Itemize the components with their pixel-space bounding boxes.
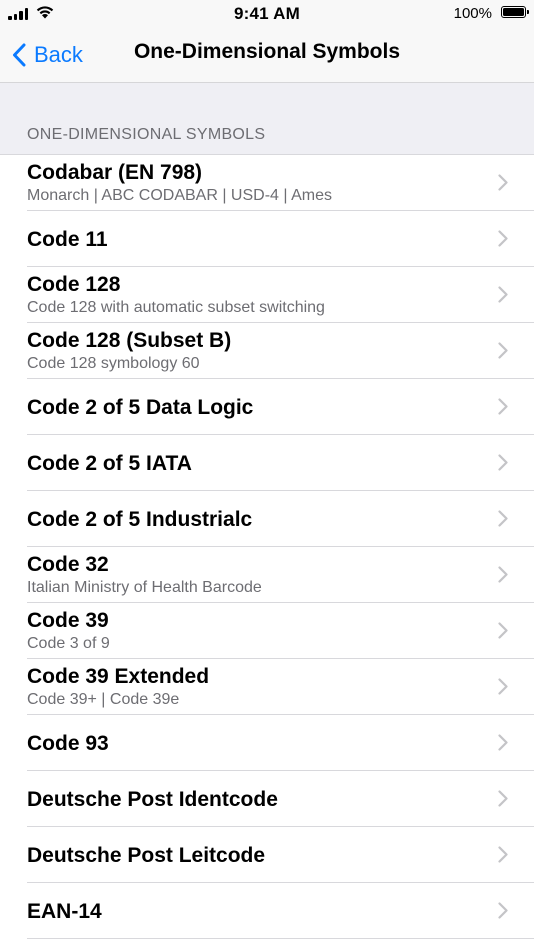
list-item[interactable]: Code 128 (Subset B) Code 128 symbology 60: [0, 323, 534, 379]
list-item-subtitle: Code 3 of 9: [27, 635, 110, 652]
list-item-text: Code 39 Code 3 of 9: [27, 603, 474, 659]
list-item[interactable]: Deutsche Post Identcode: [0, 771, 534, 827]
list-item-text: Code 2 of 5 IATA: [27, 435, 474, 491]
navigation-bar: Back One-Dimensional Symbols: [0, 28, 534, 83]
list-item-title: Codabar (EN 798): [27, 161, 203, 184]
list-item-title: Code 2 of 5 IATA: [27, 451, 192, 475]
list-item-title: Code 32: [27, 553, 109, 576]
list-item-title: Code 2 of 5 Industrialc: [27, 507, 253, 531]
chevron-right-icon: [498, 510, 508, 527]
list-item-text: Deutsche Post Identcode: [27, 771, 474, 827]
list-item-text: Code 11: [27, 211, 474, 267]
battery-percentage: 100%: [453, 5, 492, 22]
list-item-title: Code 11: [27, 227, 108, 251]
list-item[interactable]: Deutsche Post Leitcode: [0, 827, 534, 883]
section-header: ONE-DIMENSIONAL SYMBOLS: [27, 126, 266, 143]
chevron-right-icon: [498, 790, 508, 807]
chevron-right-icon: [498, 734, 508, 751]
list-item-subtitle: Code 128 symbology 60: [27, 355, 200, 372]
list-item-title: Deutsche Post Leitcode: [27, 843, 266, 867]
page-title: One-Dimensional Symbols: [0, 40, 534, 64]
chevron-right-icon: [498, 566, 508, 583]
section-background: ONE-DIMENSIONAL SYMBOLS: [0, 83, 534, 154]
chevron-right-icon: [498, 678, 508, 695]
list-item-title: Code 128 (Subset B): [27, 329, 232, 352]
list-item-subtitle: Code 128 with automatic subset switching: [27, 299, 325, 316]
chevron-right-icon: [498, 342, 508, 359]
chevron-right-icon: [498, 902, 508, 919]
list-item-subtitle: Monarch | ABC CODABAR | USD-4 | Ames: [27, 187, 332, 204]
page-title-text: One-Dimensional Symbols: [133, 40, 401, 63]
list-item-subtitle: Italian Ministry of Health Barcode: [27, 579, 262, 596]
list-item[interactable]: Code 2 of 5 Data Logic: [0, 379, 534, 435]
chevron-right-icon: [498, 846, 508, 863]
chevron-right-icon: [498, 454, 508, 471]
list-item-subtitle: Code 39+ | Code 39e: [27, 691, 180, 708]
list-item-title: Code 128: [27, 273, 121, 296]
list-item-text: Code 128 Code 128 with automatic subset s…: [27, 267, 474, 323]
list-item-title: EAN-14: [27, 899, 102, 923]
list-item[interactable]: Code 93: [0, 715, 534, 771]
chevron-right-icon: [498, 230, 508, 247]
list-item[interactable]: Code 11: [0, 211, 534, 267]
list-item[interactable]: Code 128 Code 128 with automatic subset s…: [0, 267, 534, 323]
chevron-right-icon: [498, 398, 508, 415]
list-item[interactable]: Code 39 Extended Code 39+ | Code 39e: [0, 659, 534, 715]
list-item-text: Code 128 (Subset B) Code 128 symbology 60: [27, 323, 474, 379]
list-item-text: Code 2 of 5 Industrialc: [27, 491, 474, 547]
list-item[interactable]: Codabar (EN 798) Monarch | ABC CODABAR | …: [0, 155, 534, 211]
list-item-text: Code 39 Extended Code 39+ | Code 39e: [27, 659, 474, 715]
list-item[interactable]: Code 2 of 5 Industrialc: [0, 491, 534, 547]
list-item-text: Code 32 Italian Ministry of Health Barcod…: [27, 547, 474, 603]
list-item[interactable]: Code 32 Italian Ministry of Health Barcod…: [0, 547, 534, 603]
list-item-title: Code 93: [27, 731, 109, 755]
chevron-right-icon: [498, 286, 508, 303]
status-bar: 9:41 AM 100%: [0, 0, 534, 28]
list-item[interactable]: Code 39 Code 3 of 9: [0, 603, 534, 659]
list-item-title: Deutsche Post Identcode: [27, 787, 278, 811]
chevron-right-icon: [498, 622, 508, 639]
list-item-text: Codabar (EN 798) Monarch | ABC CODABAR | …: [27, 155, 474, 211]
chevron-right-icon: [498, 174, 508, 191]
battery-icon: [501, 6, 529, 18]
list-item-text: Code 2 of 5 Data Logic: [27, 379, 474, 435]
list-item-title: Code 2 of 5 Data Logic: [27, 395, 254, 419]
list-item-title: Code 39: [27, 609, 109, 632]
symbol-list: Codabar (EN 798) Monarch | ABC CODABAR | …: [0, 154, 534, 939]
list-item-text: Deutsche Post Leitcode: [27, 827, 474, 883]
list-item[interactable]: Code 2 of 5 IATA: [0, 435, 534, 491]
list-item-title: Code 39 Extended: [27, 665, 210, 688]
list-item-text: Code 93: [27, 715, 474, 771]
list-item[interactable]: EAN-14: [0, 883, 534, 939]
list-item-text: EAN-14: [27, 883, 474, 939]
